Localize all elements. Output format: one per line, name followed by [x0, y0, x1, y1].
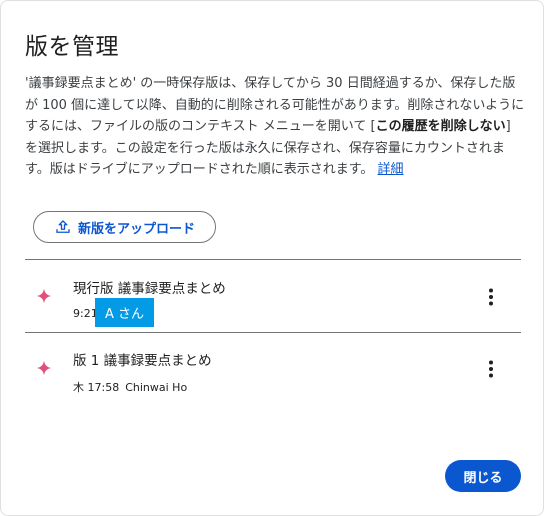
upload-icon	[56, 220, 70, 233]
dialog-description: '議事録要点まとめ' の一時保存版は、保存してから 30 日間経過するか、保存し…	[25, 73, 525, 181]
editor-badge: A さん	[95, 298, 155, 327]
manage-versions-dialog: 版を管理 '議事録要点まとめ' の一時保存版は、保存してから 30 日間経過する…	[0, 0, 544, 516]
more-vert-icon	[489, 288, 493, 306]
description-bold-text: この履歴を削除しない	[375, 119, 506, 134]
version-time: 木 17:58	[73, 381, 120, 394]
version-row-current[interactable]: 現行版 議事録要点まとめ 9:21 A さん	[25, 261, 521, 331]
close-button[interactable]: 閉じる	[445, 460, 521, 492]
upload-new-version-button[interactable]: 新版をアップロード	[33, 211, 216, 243]
more-options-button[interactable]	[481, 287, 501, 307]
sparkle-icon	[36, 288, 52, 304]
version-row-1[interactable]: 版 1 議事録要点まとめ 木 17:58 Chinwai Ho	[25, 333, 521, 403]
upload-button-label: 新版をアップロード	[77, 221, 195, 237]
version-meta: 9:21	[73, 307, 98, 320]
details-link[interactable]: 詳細	[378, 162, 404, 177]
sparkle-icon	[36, 360, 52, 376]
more-options-button[interactable]	[481, 359, 501, 379]
version-name: 版 1 議事録要点まとめ	[73, 353, 212, 369]
version-time: 9:21	[73, 307, 98, 320]
dialog-title: 版を管理	[25, 34, 119, 60]
version-author: Chinwai Ho	[125, 380, 188, 394]
more-vert-icon	[489, 360, 493, 378]
version-meta: 木 17:58 Chinwai Ho	[73, 379, 187, 395]
version-name: 現行版 議事録要点まとめ	[73, 281, 226, 297]
list-divider-top	[25, 259, 521, 260]
